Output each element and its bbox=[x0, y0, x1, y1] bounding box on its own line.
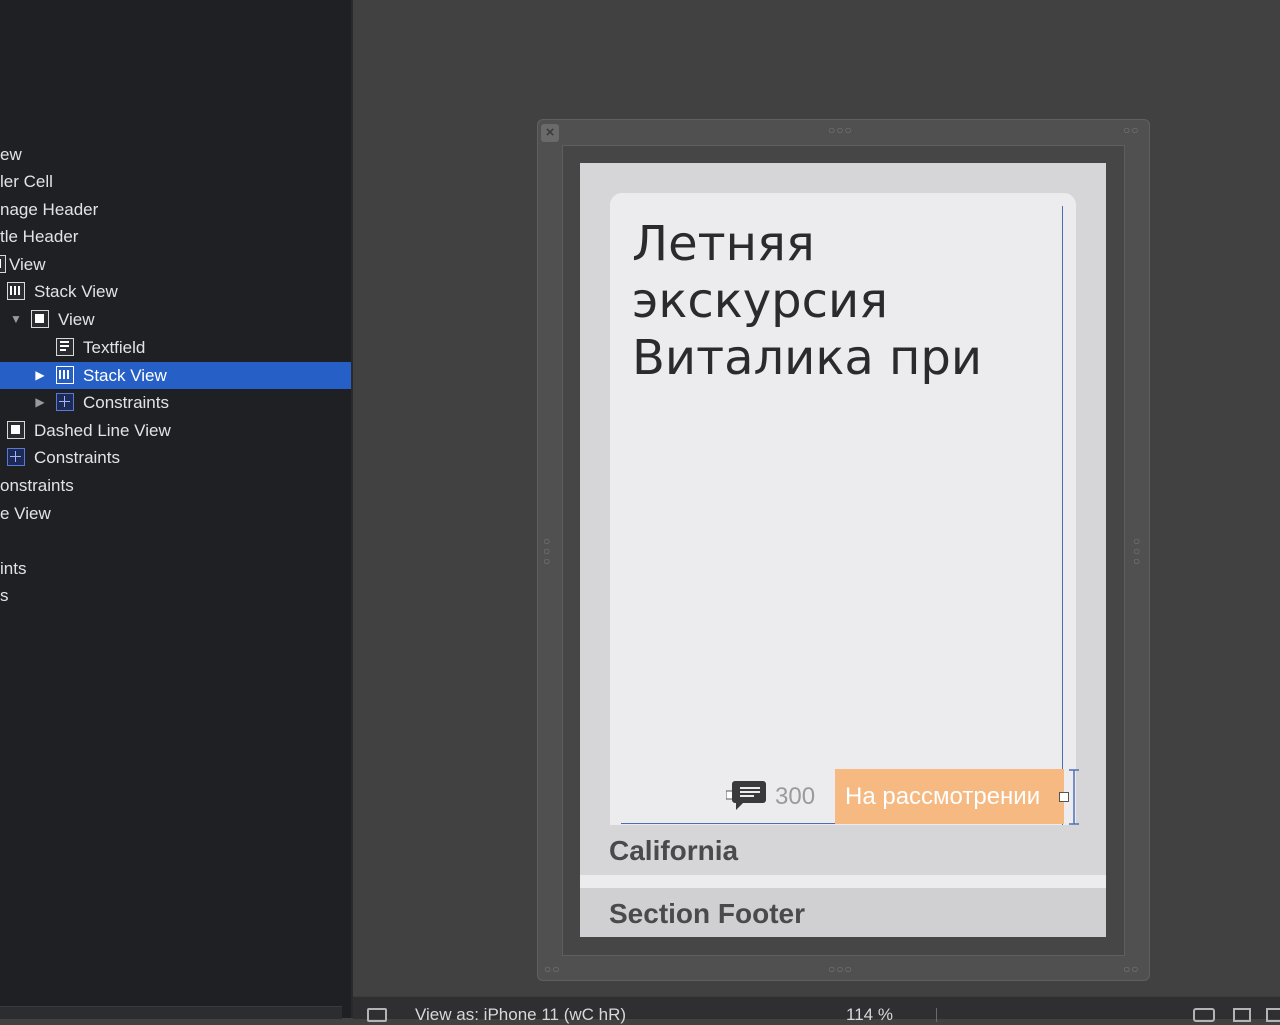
status-badge[interactable]: На рассмотрении bbox=[835, 769, 1064, 824]
panel-divider[interactable] bbox=[351, 0, 353, 1018]
outline-item[interactable]: s bbox=[0, 582, 351, 609]
outline-item-label: ler Cell bbox=[0, 172, 53, 191]
outline-item-stack-view[interactable]: Stack View bbox=[0, 278, 351, 305]
outline-item-label: s bbox=[0, 586, 9, 605]
stack-view-icon bbox=[56, 366, 74, 384]
textfield-icon bbox=[56, 338, 74, 356]
outline-item-label: Dashed Line View bbox=[34, 421, 171, 440]
disclosure-triangle-down-icon[interactable]: ▼ bbox=[9, 306, 23, 333]
resize-handle-left[interactable]: ○○○ bbox=[543, 535, 553, 567]
resize-handle-bottom-left[interactable]: ○○ bbox=[544, 963, 561, 975]
outline-item-label: Textfield bbox=[83, 338, 146, 357]
outline-item-label: Constraints bbox=[83, 393, 169, 412]
outline-item-view[interactable]: View bbox=[0, 251, 351, 278]
outline-item-constraints[interactable]: Constraints bbox=[0, 444, 351, 471]
constraints-icon bbox=[7, 448, 25, 466]
outline-item-label: e View bbox=[0, 504, 51, 523]
outline-filter-bar bbox=[0, 1006, 342, 1019]
outline-item-label: Stack View bbox=[34, 282, 118, 301]
outline-item-label: Constraints bbox=[34, 448, 120, 467]
view-as-device-button[interactable]: View as: iPhone 11 (wC hR) bbox=[415, 1005, 626, 1025]
outline-item-view[interactable]: ▼ View bbox=[0, 306, 351, 333]
constraint-ibeam-icon bbox=[1069, 769, 1079, 825]
resize-handle-bottom[interactable]: ○○○ bbox=[828, 963, 853, 975]
toggle-outline-icon[interactable] bbox=[367, 1008, 387, 1022]
outline-item-label: tle Header bbox=[0, 227, 79, 246]
disclosure-triangle-right-icon[interactable]: ▶ bbox=[33, 389, 47, 416]
embed-in-icon[interactable] bbox=[1233, 1008, 1251, 1022]
view-icon bbox=[31, 310, 49, 328]
outline-item-label: nage Header bbox=[0, 200, 99, 219]
outline-item-view[interactable]: ew bbox=[0, 141, 351, 168]
close-icon[interactable]: × bbox=[541, 124, 559, 142]
update-frames-icon[interactable] bbox=[1193, 1008, 1215, 1022]
outline-item-label: View bbox=[58, 310, 95, 329]
outline-item-label: View bbox=[9, 255, 46, 274]
stack-view-icon bbox=[7, 282, 25, 300]
outline-item-textfield[interactable]: Textfield bbox=[0, 334, 351, 361]
comment-count: 300 bbox=[775, 783, 816, 810]
resize-handle-top[interactable]: ○○○ bbox=[828, 124, 853, 136]
comment-icon bbox=[726, 781, 766, 810]
outline-item-view[interactable]: e View bbox=[0, 500, 351, 527]
outline-item-label: ew bbox=[0, 145, 22, 164]
section-footer[interactable]: Section Footer bbox=[580, 888, 1106, 937]
outline-item-label: ints bbox=[0, 559, 27, 578]
resize-handle-top-right[interactable]: ○○ bbox=[1123, 124, 1140, 136]
zoom-level[interactable]: 114 % bbox=[846, 1005, 893, 1025]
disclosure-triangle-right-icon[interactable]: ▶ bbox=[33, 362, 47, 389]
resize-handle-right[interactable]: ○○○ bbox=[1133, 535, 1143, 567]
outline-item-constraints[interactable]: ints bbox=[0, 555, 351, 582]
selection-guide-vertical bbox=[1062, 206, 1063, 826]
view-icon bbox=[7, 421, 25, 439]
view-icon bbox=[0, 255, 6, 273]
outline-item-label: onstraints bbox=[0, 476, 74, 495]
document-outline: ew ler Cell nage Header tle Header View … bbox=[0, 0, 351, 1018]
card-title[interactable]: Летняя экскурсия Виталика при bbox=[632, 216, 1052, 387]
section-header[interactable]: California bbox=[580, 825, 1106, 875]
resize-handle-bottom-right[interactable]: ○○ bbox=[1123, 963, 1140, 975]
outline-item-image-header[interactable]: nage Header bbox=[0, 196, 351, 223]
constraints-icon bbox=[56, 393, 74, 411]
outline-item-header-cell[interactable]: ler Cell bbox=[0, 168, 351, 195]
outline-item-dashed-line-view[interactable]: Dashed Line View bbox=[0, 417, 351, 444]
outline-item-label: Stack View bbox=[83, 366, 167, 385]
section-separator bbox=[580, 875, 1106, 888]
toolbar-divider bbox=[936, 1008, 937, 1022]
outline-item-title-header[interactable]: tle Header bbox=[0, 223, 351, 250]
outline-item-constraints[interactable]: ▶ Constraints bbox=[0, 389, 351, 416]
outline-item-stack-view-selected[interactable]: ▶ Stack View bbox=[0, 362, 351, 389]
outline-item-constraints[interactable]: onstraints bbox=[0, 472, 351, 499]
align-icon[interactable] bbox=[1266, 1008, 1280, 1022]
